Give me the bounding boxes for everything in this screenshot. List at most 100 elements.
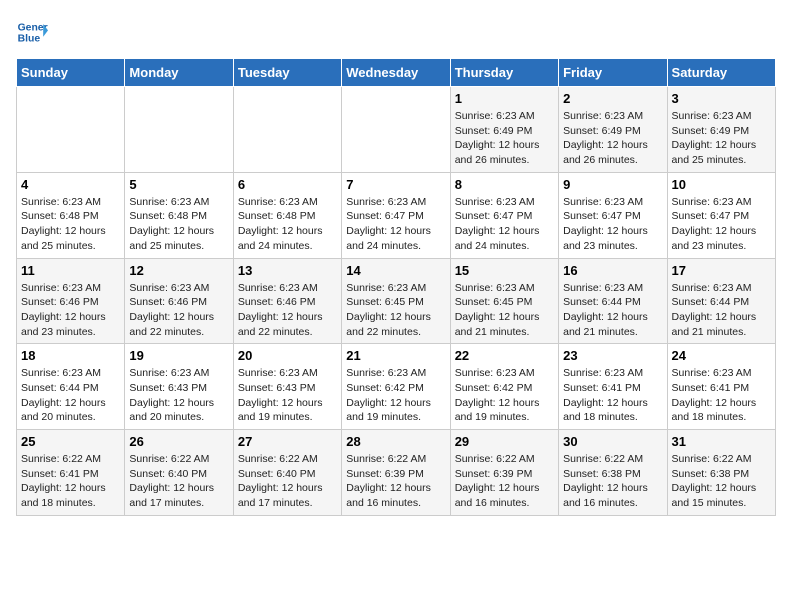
weekday-header-thursday: Thursday — [450, 59, 558, 87]
day-number: 22 — [455, 348, 554, 363]
calendar-cell: 3 Sunrise: 6:23 AMSunset: 6:49 PMDaylight… — [667, 87, 775, 173]
day-number: 26 — [129, 434, 228, 449]
day-info: Sunrise: 6:23 AMSunset: 6:46 PMDaylight:… — [129, 281, 228, 340]
calendar-cell: 10 Sunrise: 6:23 AMSunset: 6:47 PMDayligh… — [667, 172, 775, 258]
weekday-header-wednesday: Wednesday — [342, 59, 450, 87]
day-number: 1 — [455, 91, 554, 106]
day-number: 9 — [563, 177, 662, 192]
weekday-header-saturday: Saturday — [667, 59, 775, 87]
calendar-cell: 28Sunrise: 6:22 AMSunset: 6:39 PMDayligh… — [342, 430, 450, 516]
calendar-cell: 29 Sunrise: 6:22 AMSunset: 6:39 PMDayligh… — [450, 430, 558, 516]
calendar-cell: 5 Sunrise: 6:23 AMSunset: 6:48 PMDaylight… — [125, 172, 233, 258]
calendar-cell: 6 Sunrise: 6:23 AMSunset: 6:48 PMDaylight… — [233, 172, 341, 258]
day-info: Sunrise: 6:23 AMSunset: 6:45 PMDaylight:… — [346, 281, 445, 340]
calendar-cell: 16 Sunrise: 6:23 AMSunset: 6:44 PMDayligh… — [559, 258, 667, 344]
calendar-cell: 23Sunrise: 6:23 AMSunset: 6:41 PMDayligh… — [559, 344, 667, 430]
day-info: Sunrise: 6:22 AMSunset: 6:41 PMDaylight:… — [21, 452, 120, 511]
calendar-cell — [125, 87, 233, 173]
day-info: Sunrise: 6:23 AMSunset: 6:42 PMDaylight:… — [346, 366, 445, 425]
day-number: 3 — [672, 91, 771, 106]
svg-text:Blue: Blue — [18, 34, 41, 45]
day-number: 12 — [129, 263, 228, 278]
calendar-cell: 17 Sunrise: 6:23 AMSunset: 6:44 PMDayligh… — [667, 258, 775, 344]
calendar-cell: 15 Sunrise: 6:23 AMSunset: 6:45 PMDayligh… — [450, 258, 558, 344]
day-info: Sunrise: 6:23 AMSunset: 6:44 PMDaylight:… — [563, 281, 662, 340]
day-number: 19 — [129, 348, 228, 363]
weekday-header-monday: Monday — [125, 59, 233, 87]
day-number: 6 — [238, 177, 337, 192]
day-number: 29 — [455, 434, 554, 449]
day-info: Sunrise: 6:23 AMSunset: 6:44 PMDaylight:… — [672, 281, 771, 340]
calendar-cell: 18 Sunrise: 6:23 AMSunset: 6:44 PMDayligh… — [17, 344, 125, 430]
calendar-cell: 9 Sunrise: 6:23 AMSunset: 6:47 PMDaylight… — [559, 172, 667, 258]
day-info: Sunrise: 6:23 AMSunset: 6:44 PMDaylight:… — [21, 366, 120, 425]
calendar-table: SundayMondayTuesdayWednesdayThursdayFrid… — [16, 58, 776, 516]
day-number: 24 — [672, 348, 771, 363]
calendar-cell: 26 Sunrise: 6:22 AMSunset: 6:40 PMDayligh… — [125, 430, 233, 516]
day-info: Sunrise: 6:23 AMSunset: 6:48 PMDaylight:… — [238, 195, 337, 254]
day-info: Sunrise: 6:22 AMSunset: 6:40 PMDaylight:… — [238, 452, 337, 511]
day-number: 27 — [238, 434, 337, 449]
calendar-cell: 1 Sunrise: 6:23 AMSunset: 6:49 PMDaylight… — [450, 87, 558, 173]
calendar-cell — [342, 87, 450, 173]
day-info: Sunrise: 6:23 AMSunset: 6:46 PMDaylight:… — [238, 281, 337, 340]
calendar-cell — [17, 87, 125, 173]
day-number: 7 — [346, 177, 445, 192]
logo: General Blue — [16, 16, 52, 48]
day-number: 10 — [672, 177, 771, 192]
day-number: 11 — [21, 263, 120, 278]
weekday-header-friday: Friday — [559, 59, 667, 87]
day-info: Sunrise: 6:22 AMSunset: 6:38 PMDaylight:… — [563, 452, 662, 511]
day-number: 23 — [563, 348, 662, 363]
day-info: Sunrise: 6:23 AMSunset: 6:47 PMDaylight:… — [455, 195, 554, 254]
day-number: 15 — [455, 263, 554, 278]
day-info: Sunrise: 6:23 AMSunset: 6:49 PMDaylight:… — [672, 109, 771, 168]
calendar-cell — [233, 87, 341, 173]
day-info: Sunrise: 6:23 AMSunset: 6:47 PMDaylight:… — [672, 195, 771, 254]
day-info: Sunrise: 6:23 AMSunset: 6:49 PMDaylight:… — [455, 109, 554, 168]
day-info: Sunrise: 6:23 AMSunset: 6:43 PMDaylight:… — [238, 366, 337, 425]
calendar-cell: 2 Sunrise: 6:23 AMSunset: 6:49 PMDaylight… — [559, 87, 667, 173]
day-number: 14 — [346, 263, 445, 278]
calendar-cell: 20Sunrise: 6:23 AMSunset: 6:43 PMDayligh… — [233, 344, 341, 430]
day-info: Sunrise: 6:22 AMSunset: 6:40 PMDaylight:… — [129, 452, 228, 511]
calendar-cell: 7 Sunrise: 6:23 AMSunset: 6:47 PMDaylight… — [342, 172, 450, 258]
day-info: Sunrise: 6:23 AMSunset: 6:48 PMDaylight:… — [21, 195, 120, 254]
calendar-cell: 27 Sunrise: 6:22 AMSunset: 6:40 PMDayligh… — [233, 430, 341, 516]
logo-icon: General Blue — [16, 16, 48, 48]
day-number: 8 — [455, 177, 554, 192]
day-info: Sunrise: 6:22 AMSunset: 6:38 PMDaylight:… — [672, 452, 771, 511]
day-info: Sunrise: 6:23 AMSunset: 6:47 PMDaylight:… — [346, 195, 445, 254]
day-info: Sunrise: 6:23 AMSunset: 6:49 PMDaylight:… — [563, 109, 662, 168]
day-info: Sunrise: 6:23 AMSunset: 6:48 PMDaylight:… — [129, 195, 228, 254]
calendar-cell: 30 Sunrise: 6:22 AMSunset: 6:38 PMDayligh… — [559, 430, 667, 516]
calendar-cell: 14 Sunrise: 6:23 AMSunset: 6:45 PMDayligh… — [342, 258, 450, 344]
day-number: 17 — [672, 263, 771, 278]
day-number: 18 — [21, 348, 120, 363]
day-number: 25 — [21, 434, 120, 449]
calendar-cell: 25 Sunrise: 6:22 AMSunset: 6:41 PMDayligh… — [17, 430, 125, 516]
day-info: Sunrise: 6:23 AMSunset: 6:42 PMDaylight:… — [455, 366, 554, 425]
day-number: 4 — [21, 177, 120, 192]
calendar-cell: 21 Sunrise: 6:23 AMSunset: 6:42 PMDayligh… — [342, 344, 450, 430]
calendar-cell: 13Sunrise: 6:23 AMSunset: 6:46 PMDayligh… — [233, 258, 341, 344]
day-number: 21 — [346, 348, 445, 363]
calendar-cell: 19Sunrise: 6:23 AMSunset: 6:43 PMDayligh… — [125, 344, 233, 430]
day-number: 16 — [563, 263, 662, 278]
day-info: Sunrise: 6:23 AMSunset: 6:41 PMDaylight:… — [672, 366, 771, 425]
calendar-cell: 31 Sunrise: 6:22 AMSunset: 6:38 PMDayligh… — [667, 430, 775, 516]
calendar-cell: 12 Sunrise: 6:23 AMSunset: 6:46 PMDayligh… — [125, 258, 233, 344]
day-info: Sunrise: 6:23 AMSunset: 6:47 PMDaylight:… — [563, 195, 662, 254]
weekday-header-tuesday: Tuesday — [233, 59, 341, 87]
day-info: Sunrise: 6:23 AMSunset: 6:45 PMDaylight:… — [455, 281, 554, 340]
day-number: 31 — [672, 434, 771, 449]
day-info: Sunrise: 6:22 AMSunset: 6:39 PMDaylight:… — [455, 452, 554, 511]
calendar-cell: 4 Sunrise: 6:23 AMSunset: 6:48 PMDaylight… — [17, 172, 125, 258]
day-number: 28 — [346, 434, 445, 449]
day-number: 5 — [129, 177, 228, 192]
calendar-cell: 24 Sunrise: 6:23 AMSunset: 6:41 PMDayligh… — [667, 344, 775, 430]
day-number: 30 — [563, 434, 662, 449]
calendar-cell: 22 Sunrise: 6:23 AMSunset: 6:42 PMDayligh… — [450, 344, 558, 430]
day-number: 2 — [563, 91, 662, 106]
calendar-cell: 11Sunrise: 6:23 AMSunset: 6:46 PMDayligh… — [17, 258, 125, 344]
